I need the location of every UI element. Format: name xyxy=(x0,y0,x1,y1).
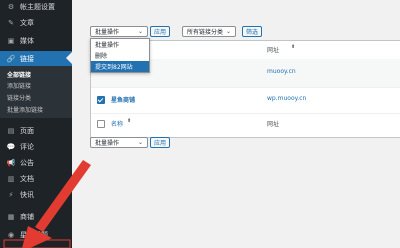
filter-button[interactable]: 筛选 xyxy=(242,26,262,37)
sidebar-item-pages[interactable]: ▤ 页面 xyxy=(0,124,72,138)
active-menu-pointer xyxy=(66,52,72,64)
sidebar-item-label: 公告 xyxy=(20,159,34,167)
sidebar-item-posts[interactable]: ✎ 文章 xyxy=(0,16,72,30)
sidebar-item-theme-settings[interactable]: ⚙ 帐主题设置 xyxy=(0,0,72,14)
sort-icon: ⬍ xyxy=(291,44,296,50)
table-footer-row: 名称 ⬍ 网址 xyxy=(91,113,400,135)
submenu-add-link[interactable]: 添加链接 xyxy=(7,81,31,90)
row-url[interactable]: muooy.cn xyxy=(267,68,296,75)
sidebar-item-topics[interactable]: ◉ 星瑞话题 xyxy=(0,228,72,242)
dropdown-option-bulk-actions[interactable]: 批量操作 xyxy=(91,39,149,50)
sidebar-item-store[interactable]: ▦ 商铺 xyxy=(0,210,72,224)
link-category-select[interactable]: 所有链接分类 ⌄ xyxy=(182,26,236,37)
dropdown-option-submit-82[interactable]: 提交到82网站 xyxy=(91,61,149,72)
bulk-actions-select[interactable]: 批量操作 ⌄ xyxy=(90,26,148,37)
link-icon: 🔗 xyxy=(6,54,16,63)
link-category-value: 所有链接分类 xyxy=(187,29,224,36)
sidebar-item-label: 页面 xyxy=(20,127,34,135)
chevron-down-icon: ⌄ xyxy=(225,28,231,35)
store-icon: ▦ xyxy=(7,213,15,221)
sidebar-item-docs[interactable]: ▥ 文档 xyxy=(0,172,72,186)
sidebar-item-label: 帐主题设置 xyxy=(20,3,55,11)
links-submenu: 全部链接 添加链接 链接分类 批量添加链接 xyxy=(0,66,72,118)
page-icon: ▤ xyxy=(7,127,15,135)
dropdown-option-delete[interactable]: 删除 xyxy=(91,50,149,61)
sidebar-item-label: 文档 xyxy=(20,175,34,183)
bulk-actions-select-bottom[interactable]: 批量操作 ⌄ xyxy=(90,137,148,148)
megaphone-icon: 📢 xyxy=(6,159,16,167)
row-name[interactable]: 星鱼商铺 xyxy=(111,95,135,104)
chevron-down-icon: ⌄ xyxy=(137,139,143,146)
table-row: 星鱼商铺 wp.muooy.cn xyxy=(91,87,400,114)
flash-icon: ⚡ xyxy=(8,191,14,199)
topic-icon: ◉ xyxy=(7,231,15,239)
sidebar-item-links[interactable]: 🔗 链接 xyxy=(0,51,72,66)
sidebar-item-flash[interactable]: ⚡ 快讯 xyxy=(0,188,72,202)
bulk-actions-dropdown: 批量操作 删除 提交到82网站 xyxy=(90,38,150,73)
row-checkbox[interactable] xyxy=(97,96,105,104)
sort-icon: ⬍ xyxy=(127,118,132,124)
row-url[interactable]: wp.muooy.cn xyxy=(267,95,306,102)
submenu-bulk-add-links[interactable]: 批量添加链接 xyxy=(7,105,43,114)
sidebar-item-label: 链接 xyxy=(20,54,34,63)
bulk-actions-value: 批量操作 xyxy=(95,29,120,36)
sidebar-item-label: 文章 xyxy=(20,19,34,27)
gear-icon: ⚙ xyxy=(7,3,15,11)
column-header-url[interactable]: 网址 xyxy=(267,45,279,54)
apply-button[interactable]: 应用 xyxy=(150,26,170,37)
sidebar-item-label: 评论 xyxy=(20,143,34,151)
sidebar-item-label: 媒体 xyxy=(20,37,34,45)
submenu-link-categories[interactable]: 链接分类 xyxy=(7,93,31,102)
comment-icon: 💬 xyxy=(6,143,16,151)
column-footer-url[interactable]: 网址 xyxy=(267,119,279,128)
submenu-all-links[interactable]: 全部链接 xyxy=(7,70,31,79)
pin-icon: ✎ xyxy=(8,19,14,27)
select-all-checkbox-footer[interactable] xyxy=(97,120,105,128)
bulk-actions-value: 批量操作 xyxy=(95,140,120,147)
sidebar-item-comments[interactable]: 💬 评论 xyxy=(0,140,72,154)
sidebar-item-notices[interactable]: 📢 公告 xyxy=(0,156,72,170)
media-icon: ▣ xyxy=(7,37,15,45)
admin-sidebar: ⚙ 帐主题设置 ✎ 文章 ▣ 媒体 🔗 链接 全部链接 添加链接 链接分类 批量… xyxy=(0,0,72,248)
chevron-down-icon: ⌄ xyxy=(137,28,143,35)
doc-icon: ▥ xyxy=(7,175,15,183)
apply-button-bottom[interactable]: 应用 xyxy=(150,137,170,148)
sidebar-item-label: 快讯 xyxy=(20,191,34,199)
sidebar-item-label: 星瑞话题 xyxy=(20,231,48,239)
column-footer-name[interactable]: 名称 xyxy=(111,119,123,128)
sidebar-item-label: 商铺 xyxy=(20,213,34,221)
sidebar-item-media[interactable]: ▣ 媒体 xyxy=(0,34,72,48)
